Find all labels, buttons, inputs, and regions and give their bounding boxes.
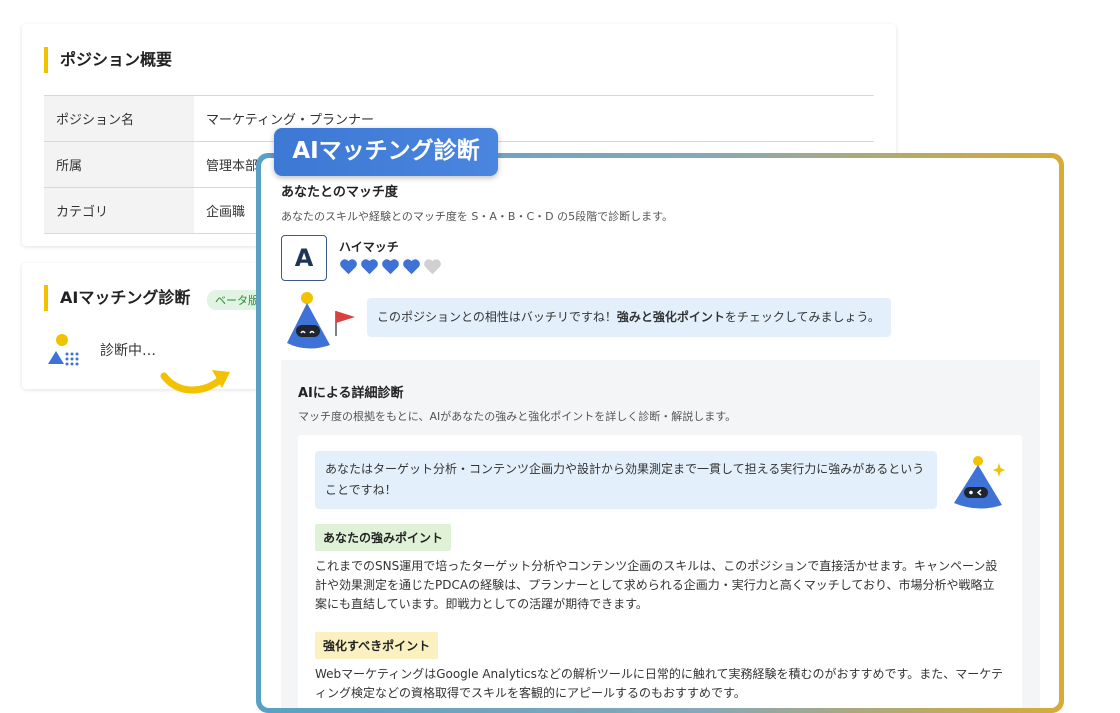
flag-icon xyxy=(335,311,355,336)
ai-detail-section: AIによる詳細診断 マッチ度の根拠をもとに、AIがあなたの強みと強化ポイントを詳… xyxy=(281,360,1040,708)
comment-text-end: をチェックしてみましょう。 xyxy=(724,310,880,324)
comment-text-bold: 強みと強化ポイント xyxy=(616,310,725,324)
heart-icon xyxy=(424,259,441,275)
person-icon xyxy=(48,334,79,366)
heart-icon xyxy=(361,259,378,275)
arrow-icon xyxy=(160,370,230,394)
match-description: あなたのスキルや経験とのマッチ度を S・A・B・C・D の5段階で診断します。 xyxy=(281,210,673,223)
strength-tag: あなたの強みポイント xyxy=(315,524,452,551)
matching-status: 診断中… xyxy=(100,343,156,359)
sparkle-icon xyxy=(993,463,1005,477)
detail-card: あなたはターゲット分析・コンテンツ企画力や設計から効果測定まで一貫して担える実行… xyxy=(298,435,1022,708)
row-label: 所属 xyxy=(44,141,194,188)
match-hearts xyxy=(339,258,442,275)
grade-badge: A xyxy=(281,235,327,281)
detail-title: AIによる詳細診断 xyxy=(298,386,404,401)
ai-diagnosis-panel: あなたとのマッチ度 あなたのスキルや経験とのマッチ度を S・A・B・C・D の5… xyxy=(256,153,1064,713)
row-label: カテゴリ xyxy=(44,187,194,234)
comment-text: このポジションとの相性はバッチリですね！ xyxy=(377,310,617,324)
ai-matching-badge: AIマッチング診断 xyxy=(274,128,498,176)
match-title: あなたとのマッチ度 xyxy=(281,185,398,200)
strength-text: これまでのSNS運用で培ったターゲット分析やコンテンツ企画のスキルは、このポジシ… xyxy=(315,559,998,611)
ai-diagnosis-content: あなたとのマッチ度 あなたのスキルや経験とのマッチ度を S・A・B・C・D の5… xyxy=(261,158,1059,708)
detail-description: マッチ度の根拠をもとに、AIがあなたの強みと強化ポイントを詳しく診断・解説します… xyxy=(298,410,737,423)
row-label: ポジション名 xyxy=(44,95,194,142)
summary-title: ポジション概要 xyxy=(44,47,172,73)
improve-text: WebマーケティングはGoogle Analyticsなどの解析ツールに日常的に… xyxy=(315,667,1004,700)
match-level-label: ハイマッチ xyxy=(339,240,399,254)
heart-icon xyxy=(403,259,420,275)
heart-icon xyxy=(340,259,357,275)
detail-bubble: あなたはターゲット分析・コンテンツ企画力や設計から効果測定まで一貫して担える実行… xyxy=(315,451,937,509)
heart-icon xyxy=(382,259,399,275)
matching-title: AIマッチング診断 xyxy=(44,285,190,311)
ai-comment-bubble: このポジションとの相性はバッチリですね！強みと強化ポイントをチェックしてみましょ… xyxy=(367,298,891,337)
ai-robot-icon xyxy=(287,292,330,349)
improve-tag: 強化すべきポイント xyxy=(315,632,439,659)
